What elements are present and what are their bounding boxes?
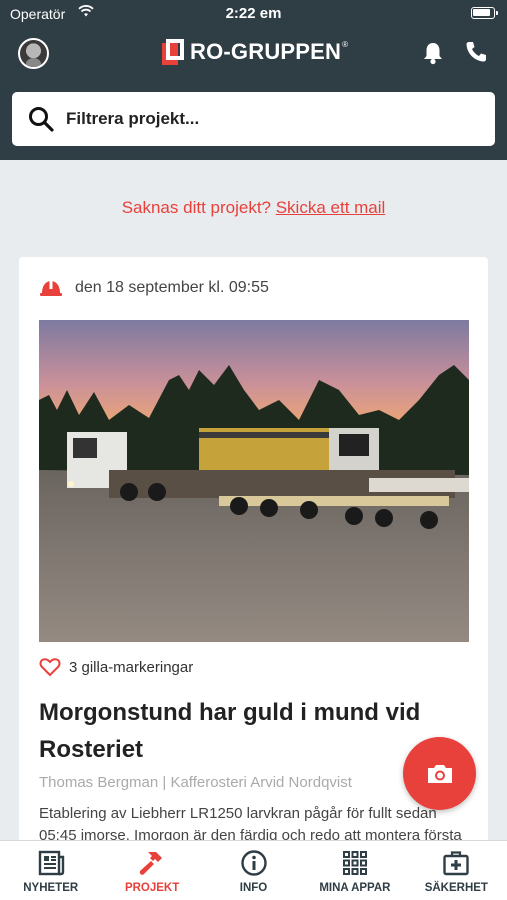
tab-info[interactable]: INFO (203, 841, 304, 900)
tab-projekt[interactable]: PROJEKT (101, 841, 202, 900)
logo-mark-icon (162, 39, 184, 65)
search-icon (29, 107, 54, 132)
heart-icon (39, 658, 61, 677)
like-count: 3 gilla-markeringar (69, 658, 194, 676)
card-date-row: den 18 september kl. 09:55 (39, 279, 269, 297)
tab-sakerhet-label: SÄKERHET (424, 882, 488, 894)
camera-button[interactable] (403, 737, 476, 810)
project-photo[interactable] (39, 320, 469, 642)
bell-icon[interactable] (422, 41, 444, 65)
post-title[interactable]: Morgonstund har guld i mund vid Rosterie… (39, 694, 449, 768)
missing-project-notice: Saknas ditt projekt? Skicka ett mail (0, 198, 507, 218)
tab-nyheter[interactable]: NYHETER (0, 841, 101, 900)
logo-registered: ® (342, 40, 349, 49)
apps-grid-icon (342, 851, 367, 875)
status-bar: Operatör 2:22 em (0, 0, 507, 28)
hard-hat-icon (40, 281, 62, 296)
tab-mina-appar-label: MINA APPAR (319, 882, 391, 894)
newspaper-icon (38, 850, 64, 876)
post-meta: Thomas Bergman | Kafferosteri Arvid Nord… (39, 774, 352, 791)
logo-text: RO-GRUPPEN (190, 39, 342, 64)
like-button[interactable]: 3 gilla-markeringar (39, 657, 193, 677)
hammer-icon (139, 852, 163, 875)
send-mail-link[interactable]: Skicka ett mail (276, 198, 386, 217)
search-placeholder: Filtrera projekt... (66, 109, 200, 128)
tab-mina-appar[interactable]: MINA APPAR (304, 841, 405, 900)
search-input[interactable]: Filtrera projekt... (12, 92, 495, 146)
post-date: den 18 september kl. 09:55 (75, 279, 269, 296)
info-icon (240, 850, 267, 876)
first-aid-kit-icon (443, 851, 470, 876)
tab-sakerhet[interactable]: SÄKERHET (406, 841, 507, 900)
camera-icon (427, 764, 452, 783)
battery-icon (471, 7, 498, 19)
bottom-navigation: NYHETER PROJEKT INFO MINA APPAR SÄKERHET (0, 840, 507, 900)
app-header: Operatör 2:22 em RO-GRUPPEN ® Filtrera p… (0, 0, 507, 160)
missing-project-text: Saknas ditt projekt? (121, 198, 276, 217)
tab-nyheter-label: NYHETER (23, 882, 79, 894)
avatar[interactable] (18, 38, 49, 69)
tab-projekt-label: PROJEKT (124, 882, 180, 894)
phone-icon[interactable] (464, 40, 488, 64)
status-time: 2:22 em (225, 5, 282, 22)
brand-logo: RO-GRUPPEN ® (162, 38, 348, 66)
tab-info-label: INFO (239, 882, 268, 894)
